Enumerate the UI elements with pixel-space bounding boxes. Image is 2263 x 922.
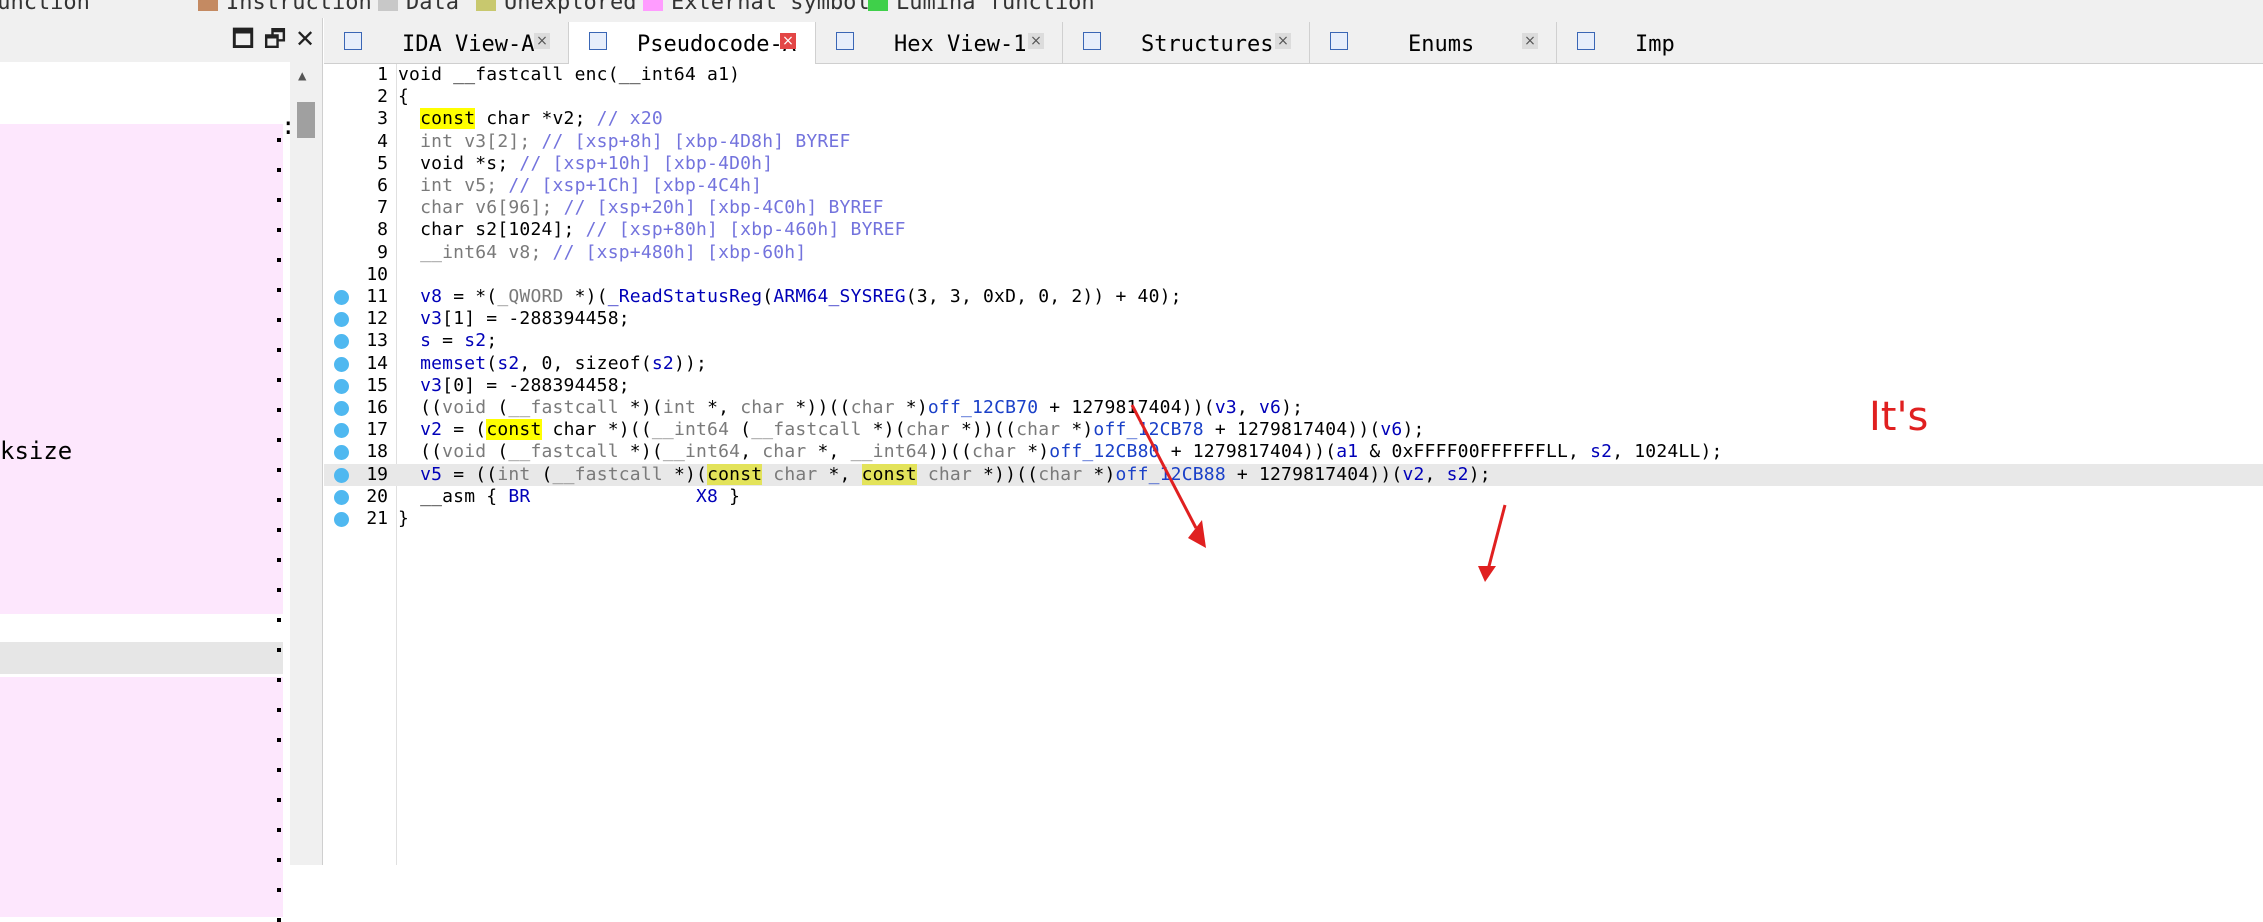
list-dot bbox=[277, 888, 281, 892]
annotation-arrows bbox=[1130, 404, 1507, 582]
arrow-head bbox=[1188, 520, 1206, 548]
arrow-line bbox=[1486, 504, 1507, 571]
arrow-line bbox=[1130, 404, 1198, 529]
list-dot bbox=[277, 918, 281, 922]
arrow-head bbox=[1478, 566, 1496, 582]
